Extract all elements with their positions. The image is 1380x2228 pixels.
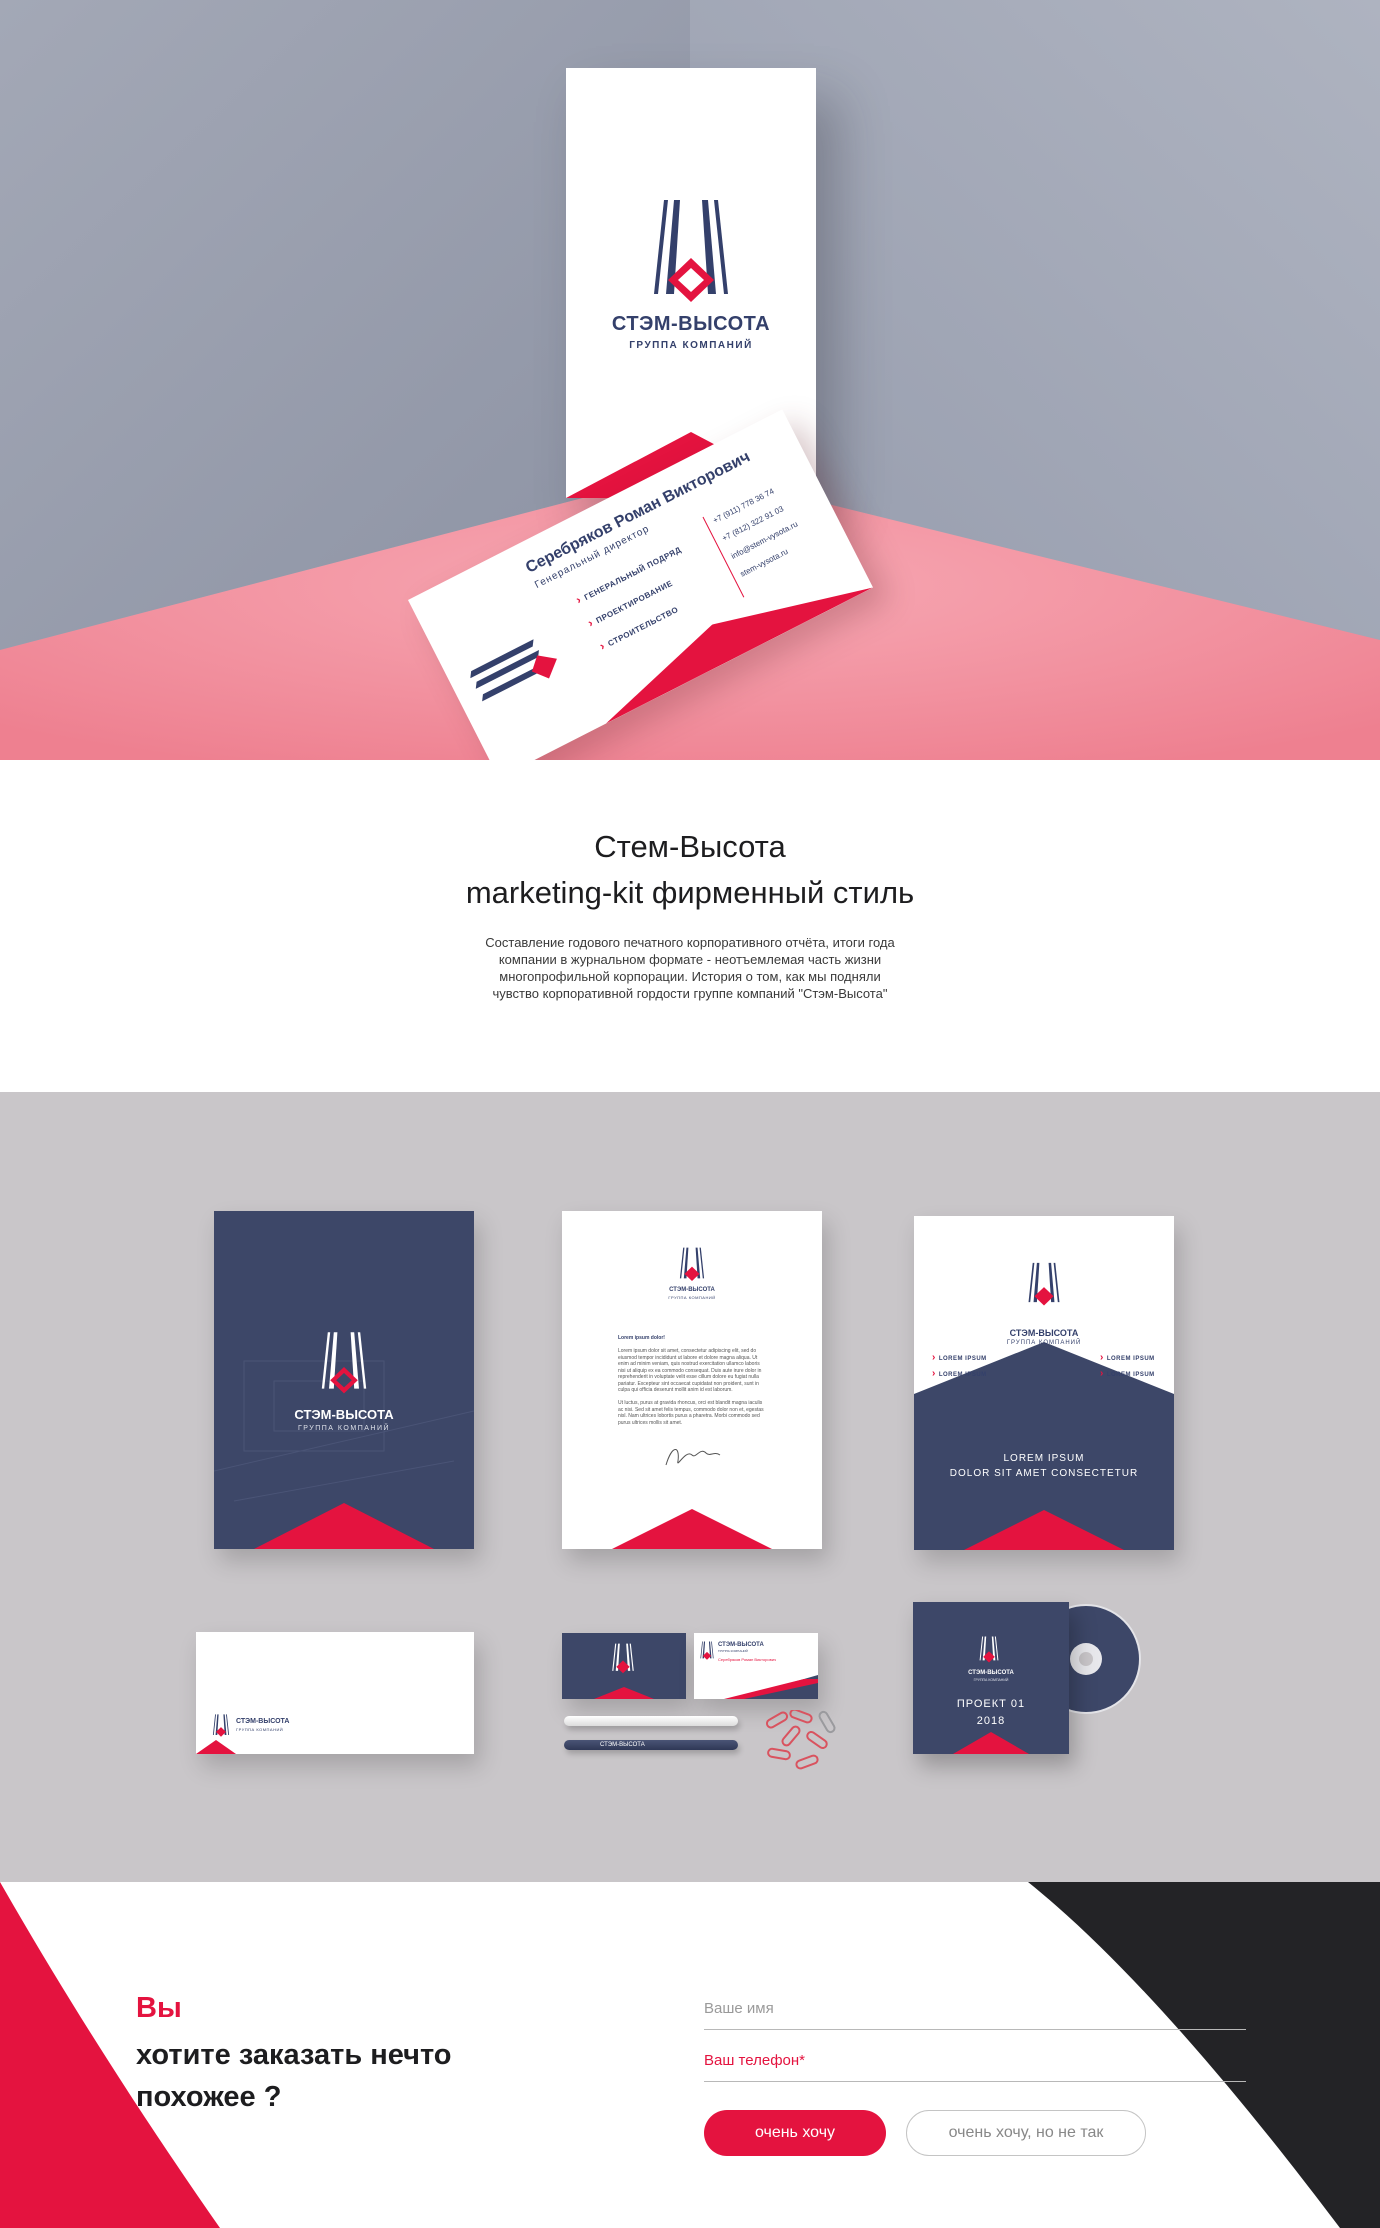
card-brand-name: СТЭМ-ВЫСОТА — [718, 1642, 764, 1648]
phone-input[interactable] — [704, 2042, 1246, 2078]
cd-brand-subtitle: ГРУППА КОМПАНИЙ — [973, 1678, 1009, 1682]
pen-navy — [564, 1740, 738, 1750]
card-person-name: Серебряков Роман Викторович — [718, 1657, 777, 1662]
cd-brand-name: СТЭМ-ВЫСОТА — [968, 1670, 1014, 1676]
alternative-button[interactable]: очень хочу, но не так — [906, 2110, 1146, 2156]
intro-description: Составление годового печатного корпорати… — [485, 935, 895, 1001]
company-logo-icon — [1028, 1262, 1060, 1306]
envelope-brand-subtitle: ГРУППА КОМПАНИЙ — [236, 1727, 284, 1732]
letter-brand-subtitle: ГРУППА КОМПАНИЙ — [668, 1295, 716, 1300]
company-logo-icon — [979, 1636, 999, 1663]
company-logo-icon — [700, 1641, 714, 1660]
submit-button[interactable]: очень хочу — [704, 2110, 886, 2156]
tent-brand-subtitle: ГРУППА КОМПАНИЙ — [629, 340, 753, 351]
book-cover-text: LOREM IPSUM — [1003, 1453, 1085, 1464]
book-cover-text: DOLOR SIT AMET CONSECTETUR — [949, 1468, 1139, 1479]
annual-report-book: СТЭМ-ВЫСОТА ГРУППА КОМПАНИЙ LOREM IPSUM … — [914, 1216, 1174, 1550]
letter-body: Lorem ipsum dolor! Lorem ipsum dolor sit… — [618, 1335, 766, 1426]
pen-brand-text: СТЭМ-ВЫСОТА — [600, 1742, 645, 1748]
folder-brand-name: СТЭМ-ВЫСОТА — [294, 1407, 394, 1422]
stationery-mockup-section: СТЭМ-ВЫСОТА ГРУППА КОМПАНИЙ СТЭМ-ВЫСОТА … — [0, 1092, 1380, 1882]
company-logo-icon — [612, 1643, 634, 1674]
name-field[interactable] — [704, 1990, 1246, 2030]
card-brand-subtitle: ГРУППА КОМПАНИЙ — [718, 1649, 748, 1653]
title-line-2: marketing-kit фирменный стиль — [465, 875, 915, 910]
title-line-1: Стем-Высота — [594, 829, 786, 864]
question-accent: Вы — [136, 1992, 182, 2024]
hero-section: СТЭМ-ВЫСОТА ГРУППА КОМПАНИЙ Серебряков Р… — [0, 0, 1380, 760]
business-card-back — [562, 1633, 686, 1699]
company-logo-icon — [679, 1247, 705, 1282]
red-triangle-decoration — [196, 1740, 236, 1754]
book-list-item: LOREM IPSUM — [932, 1352, 987, 1363]
tent-brand-name: СТЭМ-ВЫСОТА — [611, 313, 771, 335]
paper-clips — [765, 1710, 836, 1770]
red-triangle-decoration — [612, 1509, 772, 1549]
signature-image — [665, 1449, 721, 1466]
cd-case: СТЭМ-ВЫСОТА ГРУППА КОМПАНИЙ ПРОЕКТ 01 20… — [913, 1602, 1069, 1754]
presentation-folder: СТЭМ-ВЫСОТА ГРУППА КОМПАНИЙ — [214, 1211, 474, 1549]
book-list-item: LOREM IPSUM — [1100, 1352, 1155, 1363]
red-navy-stripe-decoration — [724, 1675, 818, 1699]
envelope: СТЭМ-ВЫСОТА ГРУППА КОМПАНИЙ — [196, 1632, 474, 1754]
business-card-front-small: СТЭМ-ВЫСОТА ГРУППА КОМПАНИЙ Серебряков Р… — [694, 1633, 818, 1699]
intro-section: Стем-Высота marketing-kit фирменный стил… — [0, 760, 1380, 1092]
letterhead-sheet: СТЭМ-ВЫСОТА ГРУППА КОМПАНИЙ Lorem ipsum … — [562, 1211, 822, 1549]
order-form-section: Вы хотите заказать нечто похожее ? очень… — [0, 1882, 1380, 2228]
letter-paragraph: Ut luctus, purus at gravida rhoncus, orc… — [618, 1400, 764, 1426]
letter-brand-name: СТЭМ-ВЫСОТА — [669, 1287, 715, 1293]
book-brand-subtitle: ГРУППА КОМПАНИЙ — [1006, 1340, 1082, 1346]
question-text: хотите заказать нечто похожее ? — [136, 2039, 452, 2113]
phone-field[interactable] — [704, 2042, 1246, 2082]
book-brand-name: СТЭМ-ВЫСОТА — [1009, 1328, 1079, 1338]
letter-paragraph: Lorem ipsum dolor sit amet, consectetur … — [618, 1348, 762, 1393]
company-logo-icon — [654, 200, 728, 302]
company-logo-icon — [321, 1332, 367, 1394]
envelope-brand-name: СТЭМ-ВЫСОТА — [236, 1718, 290, 1725]
company-logo-icon — [212, 1714, 230, 1737]
cd-project-name: ПРОЕКТ 01 — [956, 1698, 1026, 1710]
red-triangle-decoration — [953, 1732, 1029, 1754]
red-triangle-decoration — [964, 1510, 1124, 1550]
letter-heading: Lorem ipsum dolor! — [618, 1335, 665, 1341]
cd-project-year: 2018 — [976, 1715, 1006, 1727]
red-triangle-decoration — [594, 1687, 654, 1699]
red-triangle-decoration — [254, 1503, 434, 1549]
book-list-item: LOREM IPSUM — [932, 1368, 987, 1379]
folder-brand-subtitle: ГРУППА КОМПАНИЙ — [297, 1425, 391, 1432]
page-title: Стем-Высота marketing-kit фирменный стил… — [0, 824, 1380, 916]
name-input[interactable] — [704, 1990, 1246, 2026]
pen-white — [564, 1716, 738, 1726]
book-list-item: LOREM IPSUM — [1100, 1368, 1155, 1379]
